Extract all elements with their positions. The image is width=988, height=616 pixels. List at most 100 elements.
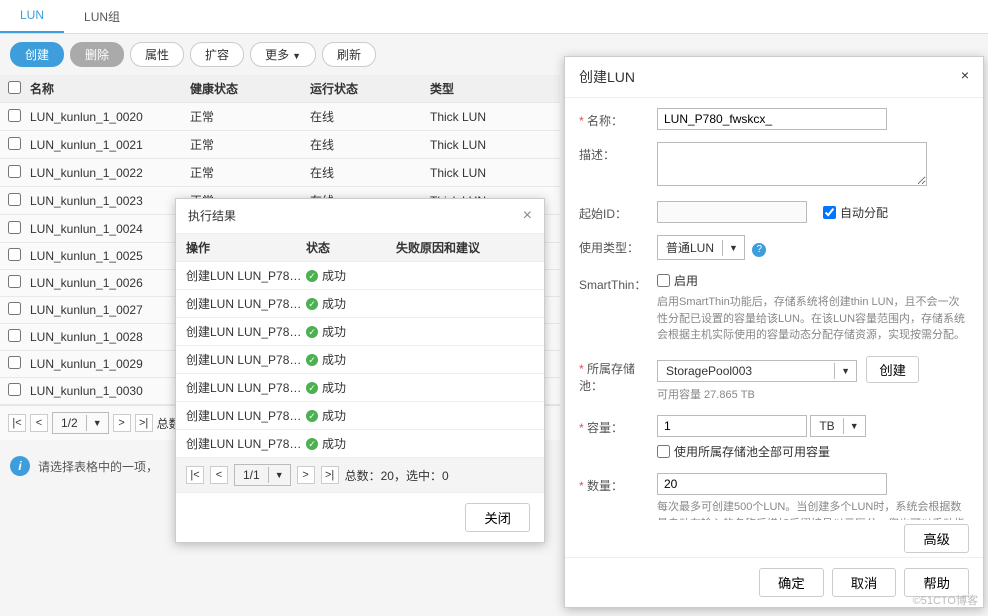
success-icon: ✓: [306, 326, 318, 338]
pool-select[interactable]: StoragePool003▼: [657, 360, 857, 382]
smartthin-checkbox[interactable]: 启用: [657, 272, 698, 289]
table-row[interactable]: LUN_kunlun_1_0020正常在线Thick LUN: [0, 103, 560, 131]
res-status: 成功: [322, 379, 346, 396]
row-checkbox[interactable]: [8, 302, 21, 315]
res-reason: [396, 379, 534, 396]
tab-lun[interactable]: LUN: [0, 0, 64, 33]
result-row[interactable]: 创建LUN LUN_P780...✓成功: [176, 346, 544, 374]
table-row[interactable]: LUN_kunlun_1_0021正常在线Thick LUN: [0, 131, 560, 159]
cap-input[interactable]: [657, 415, 807, 437]
table-row[interactable]: LUN_kunlun_1_0022正常在线Thick LUN: [0, 159, 560, 187]
col-run[interactable]: 运行状态: [310, 80, 430, 97]
row-checkbox[interactable]: [8, 329, 21, 342]
cell-name: LUN_kunlun_1_0028: [30, 330, 190, 344]
result-close-button[interactable]: 关闭: [465, 503, 530, 532]
result-row[interactable]: 创建LUN LUN_P780...✓ 成功: [176, 374, 544, 402]
page-first-button[interactable]: |<: [8, 414, 26, 432]
row-checkbox[interactable]: [8, 221, 21, 234]
cap-all-checkbox[interactable]: 使用所属存储池全部可用容量: [657, 443, 830, 460]
success-icon: ✓: [306, 298, 318, 310]
res-status: 成功: [322, 407, 346, 424]
page-next-button[interactable]: >: [113, 414, 131, 432]
success-icon: ✓: [306, 382, 318, 394]
create-button[interactable]: 创建: [10, 42, 64, 67]
result-row[interactable]: 创建LUN LUN_P780...✓成功: [176, 318, 544, 346]
col-health[interactable]: 健康状态: [190, 80, 310, 97]
cell-name: LUN_kunlun_1_0023: [30, 194, 190, 208]
panel-close-icon[interactable]: ×: [961, 67, 969, 87]
row-checkbox[interactable]: [8, 109, 21, 122]
expand-button[interactable]: 扩容: [190, 42, 244, 67]
ok-button[interactable]: 确定: [759, 568, 824, 597]
cancel-button[interactable]: 取消: [832, 568, 897, 597]
res-op: 创建LUN LUN_P780...: [186, 407, 306, 424]
res-op: 创建LUN LUN_P780...: [186, 295, 306, 312]
res-op: 创建LUN LUN_P780...: [186, 323, 306, 340]
res-reason: [396, 295, 534, 312]
row-checkbox[interactable]: [8, 356, 21, 369]
usetype-label: 使用类型：: [579, 235, 657, 256]
row-checkbox[interactable]: [8, 165, 21, 178]
res-reason: [396, 323, 534, 340]
res-op: 创建LUN LUN_P780...: [186, 267, 306, 284]
refresh-button[interactable]: 刷新: [322, 42, 376, 67]
res-foot-text: 总数：20，选中：0: [345, 467, 449, 484]
cap-unit-select[interactable]: TB▼: [810, 415, 865, 437]
col-type[interactable]: 类型: [430, 80, 520, 97]
more-button[interactable]: 更多▼: [250, 42, 316, 67]
result-row[interactable]: 创建LUN LUN_P780...✓成功: [176, 290, 544, 318]
watermark: ©51CTO博客: [913, 592, 978, 608]
res-page-prev[interactable]: <: [210, 466, 228, 484]
properties-button[interactable]: 属性: [130, 42, 184, 67]
cell-run: 在线: [310, 164, 430, 181]
page-select[interactable]: 1/2▼: [52, 412, 109, 434]
pool-create-button[interactable]: 创建: [866, 356, 919, 383]
res-page-next[interactable]: >: [297, 466, 315, 484]
tab-lun-group[interactable]: LUN组: [64, 0, 140, 33]
res-reason: [396, 407, 534, 424]
row-checkbox[interactable]: [8, 248, 21, 261]
row-checkbox[interactable]: [8, 275, 21, 288]
pool-avail: 可用容量 27.865 TB: [657, 387, 969, 404]
res-reason: [396, 267, 534, 284]
result-row[interactable]: 创建LUN LUN_P780...✓成功: [176, 430, 544, 458]
startid-input[interactable]: [657, 201, 807, 223]
qty-input[interactable]: [657, 473, 887, 495]
row-checkbox[interactable]: [8, 193, 21, 206]
res-page-first[interactable]: |<: [186, 466, 204, 484]
cell-name: LUN_kunlun_1_0030: [30, 384, 190, 398]
select-all-checkbox[interactable]: [8, 81, 21, 94]
row-checkbox[interactable]: [8, 383, 21, 396]
cell-run: 在线: [310, 136, 430, 153]
create-lun-panel: 创建LUN × 名称： 描述： 起始ID： 自动分配 使用类型： 普通LUN▼ …: [564, 56, 984, 608]
result-row[interactable]: 创建LUN LUN_P780...✓成功: [176, 402, 544, 430]
help-icon[interactable]: ?: [752, 243, 766, 257]
page-prev-button[interactable]: <: [30, 414, 48, 432]
cell-run: 在线: [310, 108, 430, 125]
result-row[interactable]: 创建LUN LUN_P780...✓成功: [176, 262, 544, 290]
name-input[interactable]: [657, 108, 887, 130]
desc-textarea[interactable]: [657, 142, 927, 186]
close-icon[interactable]: ×: [523, 207, 532, 225]
col-name[interactable]: 名称: [30, 80, 190, 97]
res-page-select[interactable]: 1/1▼: [234, 464, 291, 486]
res-op: 创建LUN LUN_P780...: [186, 435, 306, 452]
res-status: 成功: [322, 435, 346, 452]
cell-name: LUN_kunlun_1_0021: [30, 138, 190, 152]
res-page-last[interactable]: >|: [321, 466, 339, 484]
cell-name: LUN_kunlun_1_0020: [30, 110, 190, 124]
page-last-button[interactable]: >|: [135, 414, 153, 432]
advanced-button[interactable]: 高级: [904, 524, 969, 553]
auto-assign-checkbox[interactable]: 自动分配: [823, 204, 888, 221]
cell-type: Thick LUN: [430, 110, 520, 124]
hint-text: 请选择表格中的一项，: [38, 458, 158, 475]
row-checkbox[interactable]: [8, 137, 21, 150]
cell-name: LUN_kunlun_1_0027: [30, 303, 190, 317]
desc-label: 描述：: [579, 142, 657, 163]
res-op: 创建LUN LUN_P780...: [186, 379, 306, 396]
usetype-select[interactable]: 普通LUN▼: [657, 235, 745, 260]
delete-button[interactable]: 删除: [70, 42, 124, 67]
cell-type: Thick LUN: [430, 166, 520, 180]
name-label: 名称：: [579, 108, 657, 129]
res-col-reason: 失败原因和建议: [396, 239, 534, 256]
